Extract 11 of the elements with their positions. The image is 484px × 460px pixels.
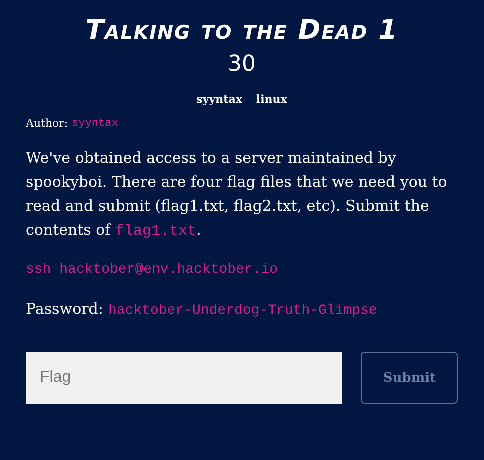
points: 30 [227,51,257,79]
author-label: Author: [26,116,68,132]
description: We've obtained access to a server maintained by spookyboi. There are four flag files that we need you to read and submit (flag1.txt, flag2.txt, etc). Submit the contents of flag1.txt. [26,148,448,242]
password-value: hacktober-Underdog-Truth-Glimpse [108,302,378,321]
ssh-command: ssh hacktober@env.hacktober.io [26,261,280,280]
tag: linux [256,92,288,108]
challenge-title: Talking to the Dead 1 [84,14,400,48]
password-label: Password: [26,299,104,320]
tag: syyntax [196,92,242,108]
author-name: syyntax [72,117,118,132]
flag-input[interactable]: Flag [26,352,342,404]
